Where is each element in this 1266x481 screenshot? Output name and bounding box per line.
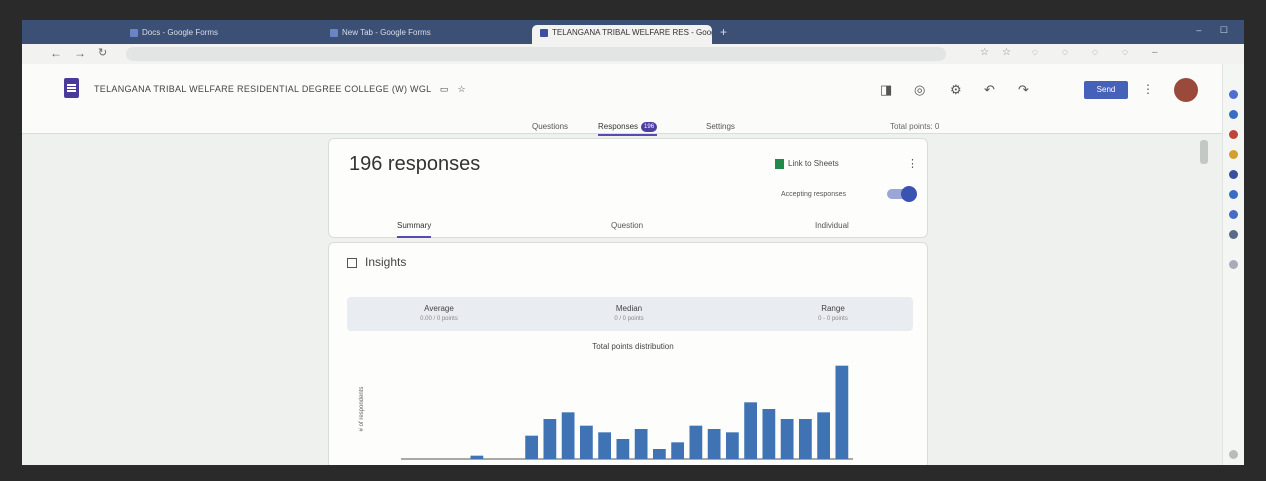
addon-icon[interactable]	[1229, 230, 1238, 239]
insights-card: Insights Average 0.00 / 0 points Median 0 …	[328, 242, 928, 465]
forms-favicon-icon	[330, 28, 338, 37]
chart-bar	[652, 449, 666, 459]
chart-bar	[598, 432, 612, 459]
window-controls[interactable]: – ☐	[1196, 25, 1236, 36]
calendar-icon[interactable]	[1229, 90, 1238, 99]
chart-bar	[634, 429, 648, 459]
insights-stats: Average 0.00 / 0 points Median 0 / 0 point…	[347, 297, 913, 331]
page-scrollbar[interactable]	[1200, 140, 1208, 164]
undo-icon[interactable]: ↶	[984, 82, 995, 98]
chart-bars	[470, 365, 849, 459]
star-icon[interactable]: ☆	[980, 47, 989, 58]
add-icon[interactable]	[1229, 260, 1238, 269]
extension-icon[interactable]: ◌	[1032, 47, 1038, 58]
toggle-knob	[901, 186, 917, 202]
responses-more-icon[interactable]: ⋮	[907, 157, 918, 170]
forms-header: TELANGANA TRIBAL WELFARE RESIDENTIAL DEG…	[22, 64, 1244, 136]
tab-questions[interactable]: Questions	[532, 122, 568, 131]
chart-y-label: # of respondents	[359, 387, 365, 432]
chart-bar	[671, 442, 685, 459]
chart-bar	[762, 409, 776, 459]
side-panel-rail	[1222, 64, 1244, 465]
settings-icon[interactable]: ⚙	[950, 82, 962, 98]
chart-bar	[525, 435, 539, 459]
tab-settings[interactable]: Settings	[706, 122, 735, 131]
google-forms-icon[interactable]	[64, 78, 79, 98]
chart-bar	[579, 425, 593, 459]
chart-bar	[561, 412, 575, 459]
avatar[interactable]	[1174, 78, 1198, 102]
browser-tab-strip: Docs - Google Forms New Tab - Google For…	[22, 20, 1244, 44]
addon-icon[interactable]	[1229, 190, 1238, 199]
extension-icon[interactable]: ◌	[1092, 47, 1098, 58]
browser-toolbar: ← → ↻ ☆ ☆ ◌ ◌ ◌ ◌ –	[22, 44, 1244, 64]
tab-question[interactable]: Question	[611, 221, 643, 230]
points-distribution-chart: Total points distribution # of responden…	[359, 342, 853, 460]
link-to-sheets-button[interactable]: Link to Sheets	[775, 159, 839, 169]
browser-tab[interactable]: New Tab - Google Forms	[322, 25, 522, 44]
extension-icon[interactable]: ◌	[1122, 47, 1128, 58]
chart-title: Total points distribution	[592, 342, 673, 351]
chart-bar	[744, 402, 758, 459]
reload-icon[interactable]: ↻	[98, 46, 107, 59]
accepting-responses-toggle[interactable]	[887, 186, 917, 202]
tab-summary[interactable]: Summary	[397, 221, 432, 238]
forms-favicon-icon	[130, 28, 138, 37]
folder-icon[interactable]: ▭	[440, 84, 449, 94]
forms-favicon-icon	[540, 28, 548, 37]
chart-bar	[835, 365, 849, 459]
chart-bar	[780, 419, 794, 459]
expand-panel-icon[interactable]	[1229, 450, 1238, 459]
accepting-responses-label: Accepting responses	[781, 191, 846, 198]
chart-bar	[725, 432, 739, 459]
redo-icon[interactable]: ↷	[1018, 82, 1029, 98]
tab-individual[interactable]: Individual	[815, 221, 849, 230]
total-points-label: Total points: 0	[890, 122, 940, 131]
browser-tab[interactable]: Docs - Google Forms	[122, 25, 272, 44]
bookmark-icon[interactable]: ☆	[1002, 47, 1011, 58]
addon-icon[interactable]	[1229, 210, 1238, 219]
browser-tab-active[interactable]: TELANGANA TRIBAL WELFARE RES - Google Fo…	[532, 25, 712, 44]
responses-count: 196 responses	[349, 153, 481, 175]
insights-icon	[347, 257, 357, 268]
send-button[interactable]: Send	[1084, 81, 1128, 99]
chart-bar	[689, 425, 703, 459]
stat-median: Median 0 / 0 points	[614, 304, 644, 322]
more-options-icon[interactable]: ⋮	[1142, 82, 1154, 96]
insights-header: Insights	[347, 255, 406, 269]
chart-bar	[616, 439, 630, 459]
sheets-icon	[775, 159, 784, 169]
contacts-icon[interactable]	[1229, 150, 1238, 159]
forward-icon[interactable]: →	[74, 46, 86, 60]
maps-icon[interactable]	[1229, 170, 1238, 179]
minimize-icon[interactable]: –	[1152, 47, 1158, 58]
address-bar[interactable]	[126, 47, 946, 61]
chart-bar	[543, 419, 557, 459]
back-icon[interactable]: ←	[50, 46, 62, 60]
form-title[interactable]: TELANGANA TRIBAL WELFARE RESIDENTIAL DEG…	[94, 84, 466, 95]
laptop-screen: Docs - Google Forms New Tab - Google For…	[22, 20, 1244, 465]
responses-summary-card: 196 responses Link to Sheets ⋮ Accepting…	[328, 138, 928, 238]
stat-average: Average 0.00 / 0 points	[420, 304, 458, 322]
tasks-icon[interactable]	[1229, 130, 1238, 139]
chart-bar	[798, 419, 812, 459]
keep-icon[interactable]	[1229, 110, 1238, 119]
stat-range: Range 0 - 0 points	[818, 304, 848, 322]
chart-bar	[470, 455, 484, 459]
palette-icon[interactable]: ◨	[880, 82, 892, 98]
new-tab-icon[interactable]: +	[720, 25, 727, 39]
eye-icon[interactable]: ◎	[914, 82, 925, 98]
response-count-badge: 196	[641, 122, 658, 132]
extension-icon[interactable]: ◌	[1062, 47, 1068, 58]
star-icon[interactable]: ☆	[458, 84, 466, 94]
chart-bar	[817, 412, 831, 459]
tab-responses[interactable]: Responses 196	[598, 122, 658, 136]
chart-bar	[707, 429, 721, 459]
